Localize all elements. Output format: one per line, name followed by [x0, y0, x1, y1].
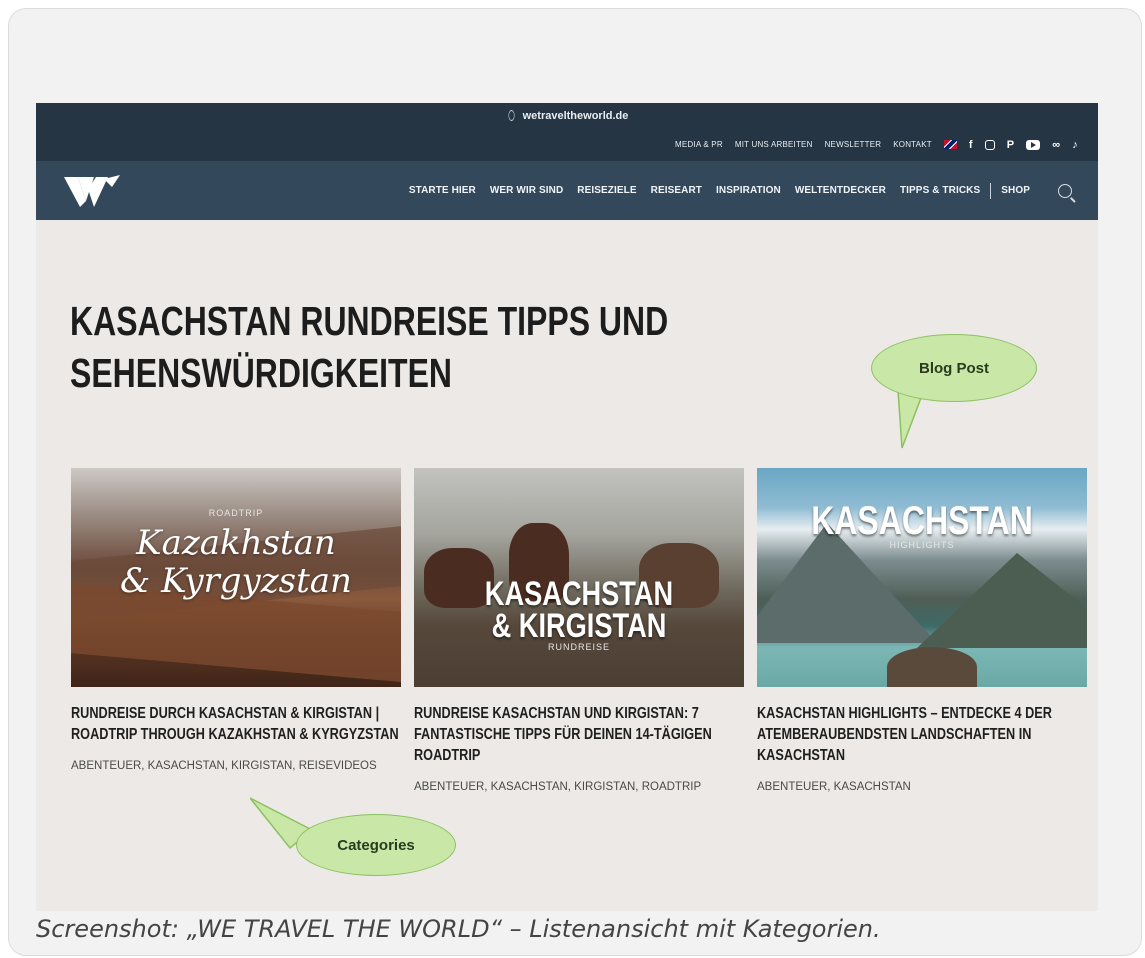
main-navbar: STARTE HIER WER WIR SIND REISEZIELE REIS… [36, 161, 1098, 220]
nav-newsletter[interactable]: NEWSLETTER [825, 140, 882, 149]
image-caption-line1: KASACHSTAN [484, 575, 674, 613]
nav-wer-wir-sind[interactable]: WER WIR SIND [490, 185, 563, 196]
tiktok-icon[interactable]: ♪ [1072, 139, 1078, 151]
url-text: wetraveltheworld.de [522, 109, 629, 122]
nav-shop[interactable]: SHOP [1001, 185, 1030, 196]
nav-divider [990, 182, 992, 199]
post-card-2[interactable]: KASACHSTAN & KIRGISTAN RUNDREISE RUNDREI… [414, 468, 744, 797]
post-image-1[interactable]: ROADTRIP Kazakhstan & Kyrgyzstan [71, 468, 401, 687]
pinterest-icon[interactable]: P [1007, 139, 1015, 151]
page-title-line-2: SEHENSWÜRDIGKEITEN [70, 350, 453, 396]
post-title-2[interactable]: RUNDREISE KASACHSTAN UND KIRGISTAN: 7 FA… [414, 703, 744, 766]
nav-kontakt[interactable]: KONTAKT [893, 140, 932, 149]
page-title: KASACHSTAN RUNDREISE TIPPS UND SEHENSWÜR… [70, 295, 788, 399]
nav-media-pr[interactable]: MEDIA & PR [675, 140, 723, 149]
post-title-3[interactable]: KASACHSTAN HIGHLIGHTS – ENTDECKE 4 DER A… [757, 703, 1087, 766]
image-caption-line2: & Kyrgyzstan [120, 561, 352, 601]
facebook-icon[interactable]: f [969, 139, 973, 151]
address-bar[interactable]: wetraveltheworld.de [36, 103, 1098, 128]
post-categories-1[interactable]: ABENTEUER, KASACHSTAN, KIRGISTAN, REISEV… [71, 757, 401, 776]
blog-post-annotation-label: Blog Post [919, 359, 989, 377]
flickr-icon[interactable]: ∞ [1052, 139, 1060, 151]
post-image-2[interactable]: KASACHSTAN & KIRGISTAN RUNDREISE [414, 468, 744, 687]
nav-reiseart[interactable]: REISEART [651, 185, 702, 196]
post-card-3[interactable]: KASACHSTAN HIGHLIGHTS KASACHSTAN HIGHLIG… [757, 468, 1087, 797]
nav-reiseziele[interactable]: REISEZIELE [577, 185, 636, 196]
uk-flag-icon[interactable] [943, 140, 957, 149]
image-caption-small: ROADTRIP [208, 508, 264, 518]
post-image-3[interactable]: KASACHSTAN HIGHLIGHTS [757, 468, 1087, 687]
categories-annotation: Categories [296, 814, 456, 876]
nav-mit-uns-arbeiten[interactable]: MIT UNS ARBEITEN [735, 140, 813, 149]
link-icon [506, 107, 516, 124]
instagram-icon[interactable] [984, 139, 995, 150]
post-title-1[interactable]: RUNDREISE DURCH KASACHSTAN & KIRGISTAN |… [71, 703, 401, 745]
page-title-line-1: KASACHSTAN RUNDREISE TIPPS UND [70, 298, 669, 344]
website-screenshot: wetraveltheworld.de MEDIA & PR MIT UNS A… [36, 103, 1098, 911]
search-icon[interactable] [1058, 183, 1072, 198]
nav-starte-hier[interactable]: STARTE HIER [409, 185, 476, 196]
figure-caption: Screenshot: „WE TRAVEL THE WORLD“ – List… [36, 915, 881, 943]
image-caption-line1: KASACHSTAN [811, 499, 1033, 543]
blog-post-annotation: Blog Post [871, 334, 1037, 402]
post-categories-2[interactable]: ABENTEUER, KASACHSTAN, KIRGISTAN, ROADTR… [414, 778, 744, 797]
nav-weltentdecker[interactable]: WELTENTDECKER [795, 185, 886, 196]
post-card-1[interactable]: ROADTRIP Kazakhstan & Kyrgyzstan RUNDREI… [71, 468, 401, 776]
categories-annotation-label: Categories [337, 836, 415, 854]
main-nav: STARTE HIER WER WIR SIND REISEZIELE REIS… [409, 182, 1072, 199]
site-logo-icon[interactable] [64, 171, 124, 211]
post-categories-3[interactable]: ABENTEUER, KASACHSTAN [757, 778, 1087, 797]
image-caption-line2: & KIRGISTAN [491, 607, 667, 645]
image-caption-line1: Kazakhstan [136, 523, 336, 563]
nav-inspiration[interactable]: INSPIRATION [716, 185, 781, 196]
utility-bar: MEDIA & PR MIT UNS ARBEITEN NEWSLETTER K… [36, 128, 1098, 161]
nav-tipps-tricks[interactable]: TIPPS & TRICKS [900, 185, 980, 196]
youtube-icon[interactable] [1026, 139, 1041, 150]
